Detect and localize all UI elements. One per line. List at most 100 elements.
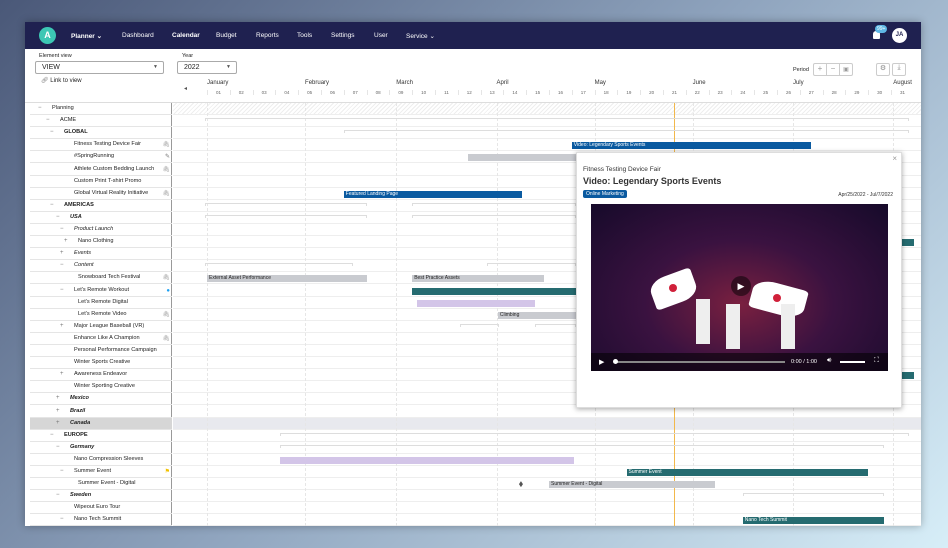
progress-slider[interactable] [615, 361, 785, 363]
nav-item[interactable]: Reports [256, 32, 279, 39]
gantt-bar[interactable]: Summer Event [626, 469, 869, 476]
expand-icon[interactable]: + [56, 418, 60, 429]
collapse-icon[interactable]: − [46, 115, 50, 126]
tree-row[interactable]: − Sweden [30, 490, 172, 503]
collapse-icon[interactable]: − [60, 224, 64, 235]
tree-row[interactable]: + Events [30, 248, 172, 261]
tree-row[interactable]: Fitness Testing Device Fair 🖇︎ [30, 139, 172, 152]
tree-row[interactable]: Wipeout Euro Tour [30, 502, 172, 515]
tree-row[interactable]: Global Virtual Reality Initiative 🖇︎ [30, 188, 172, 200]
tree-row[interactable]: Nano Compression Sleeves [30, 454, 172, 466]
gantt-bar[interactable]: Summer Event - Digital [549, 481, 716, 489]
tree-row[interactable]: + Major League Baseball (VR) [30, 321, 172, 333]
collapse-icon[interactable]: − [38, 103, 42, 114]
nav-item[interactable]: Calendar [172, 32, 200, 39]
tree-row[interactable]: Snowboard Tech Festival 🖇︎ [30, 272, 172, 285]
gantt-bar[interactable]: Nano Tech Summit [742, 517, 885, 525]
collapse-icon[interactable]: − [50, 200, 54, 211]
tree-row[interactable]: − Nano Tech Summit [30, 514, 172, 526]
tree-row[interactable]: − AMERICAS [30, 200, 172, 212]
tree-item-label: Summer Event - Digital [78, 480, 136, 487]
tree-row[interactable]: Winter Sports Creative [30, 357, 172, 370]
zoom-out-button[interactable]: − [827, 64, 840, 75]
play-overlay-icon[interactable]: ▶ [731, 276, 751, 296]
tree-row[interactable]: − Summer Event ⚑ [30, 466, 172, 479]
collapse-icon[interactable]: − [56, 212, 60, 223]
tree-row[interactable]: Summer Event - Digital [30, 478, 172, 491]
gantt-bar[interactable] [902, 372, 914, 380]
tree-row[interactable]: − GLOBAL [30, 127, 172, 140]
gantt-bar[interactable] [279, 456, 575, 464]
tree-row[interactable]: Enhance Like A Champion 🖇︎ [30, 333, 172, 345]
year-select[interactable]: 2022 ▼ [177, 61, 237, 74]
tree-row[interactable]: − Planning [30, 103, 172, 116]
link-to-view[interactable]: 🔗︎ Link to view [41, 77, 82, 84]
fullscreen-icon[interactable]: ⛶ [874, 357, 879, 365]
collapse-icon[interactable]: − [56, 490, 60, 501]
collapse-icon[interactable]: − [50, 430, 54, 441]
gantt-bar[interactable]: Video: Legendary Sports Events [571, 142, 812, 150]
tree-item-label: AMERICAS [64, 201, 94, 208]
tree-row[interactable]: − Let's Remote Workout ● [30, 285, 172, 297]
nav-item[interactable]: Tools [297, 32, 312, 39]
tree-row[interactable]: Custom Print T-shirt Promo [30, 176, 172, 188]
export-icon[interactable]: ⤓ [892, 63, 906, 76]
expand-icon[interactable]: + [60, 369, 64, 380]
nav-item[interactable]: Service ⌄ [406, 32, 435, 40]
tree-row[interactable]: Winter Sporting Creative [30, 381, 172, 394]
collapse-icon[interactable]: − [60, 514, 64, 525]
collapse-icon[interactable]: − [56, 442, 60, 453]
expand-icon[interactable]: + [64, 236, 68, 247]
expand-icon[interactable]: + [56, 393, 60, 404]
tree-row[interactable]: + Canada [30, 417, 172, 430]
expand-icon[interactable]: + [56, 406, 60, 417]
tree-row[interactable]: + Brazil [30, 406, 172, 418]
nav-item[interactable]: Dashboard [122, 32, 154, 39]
gantt-bar[interactable]: External Asset Performance [207, 275, 367, 283]
gantt-bar[interactable]: Featured Landing Page [343, 190, 522, 198]
play-icon[interactable]: ▶ [599, 358, 604, 366]
element-view-select[interactable]: VIEW ▼ [35, 61, 164, 74]
app-logo[interactable]: A [39, 27, 56, 44]
collapse-icon[interactable]: − [50, 127, 54, 138]
grid-row [173, 430, 921, 442]
tree-row[interactable]: #SpringRunning ✎ [30, 151, 172, 164]
summary-bracket [343, 130, 910, 134]
expand-icon[interactable]: + [60, 248, 64, 259]
close-icon[interactable]: × [892, 154, 897, 163]
expand-icon[interactable]: + [60, 321, 64, 332]
tree-row[interactable]: Personal Performance Campaign [30, 345, 172, 358]
nav-item[interactable]: Budget [216, 32, 237, 39]
tree-row[interactable]: Let's Remote Digital [30, 297, 172, 309]
tree-row[interactable]: − USA [30, 212, 172, 224]
gantt-bar[interactable] [902, 239, 914, 247]
tree-row[interactable]: Athlete Custom Bedding Launch 🖇︎ [30, 164, 172, 176]
tree-row[interactable]: Let's Remote Video 🖇︎ [30, 309, 172, 321]
avatar[interactable]: JA [892, 28, 907, 43]
month-label: March [396, 80, 413, 86]
tree-row[interactable]: − Product Launch [30, 224, 172, 237]
volume-icon[interactable]: 🔊︎ [827, 357, 831, 365]
collapse-icon[interactable]: − [60, 466, 64, 477]
volume-slider[interactable] [840, 361, 865, 363]
tree-row[interactable]: + Nano Clothing [30, 236, 172, 249]
tree-row[interactable]: − EUROPE [30, 430, 172, 442]
calendar-icon[interactable]: ▣ [840, 64, 852, 75]
tree-row[interactable]: − ACME [30, 115, 172, 128]
collapse-icon[interactable]: − [60, 260, 64, 271]
tree-row[interactable]: + Mexico [30, 393, 172, 406]
nav-item[interactable]: Settings [331, 32, 355, 39]
gantt-bar[interactable]: Best Practice Assets [412, 275, 545, 283]
settings-gear-icon[interactable]: ⚙ [876, 63, 890, 76]
nav-item[interactable]: Planner ⌄ [71, 32, 102, 40]
video-player[interactable]: ▶ ▶ 0:00 / 1:00 🔊︎ ⛶ [591, 204, 888, 371]
tree-row[interactable]: + Awareness Endeavor [30, 369, 172, 382]
collapse-icon[interactable]: − [60, 285, 64, 296]
tree-row[interactable]: − Germany [30, 442, 172, 454]
scroll-left-icon[interactable]: ◂ [184, 85, 187, 92]
notification-badge: 99+ [875, 25, 888, 33]
zoom-in-button[interactable]: + [814, 64, 827, 75]
tree-row[interactable]: − Content [30, 260, 172, 273]
nav-item[interactable]: User [374, 32, 388, 39]
gantt-bar[interactable] [416, 299, 536, 307]
